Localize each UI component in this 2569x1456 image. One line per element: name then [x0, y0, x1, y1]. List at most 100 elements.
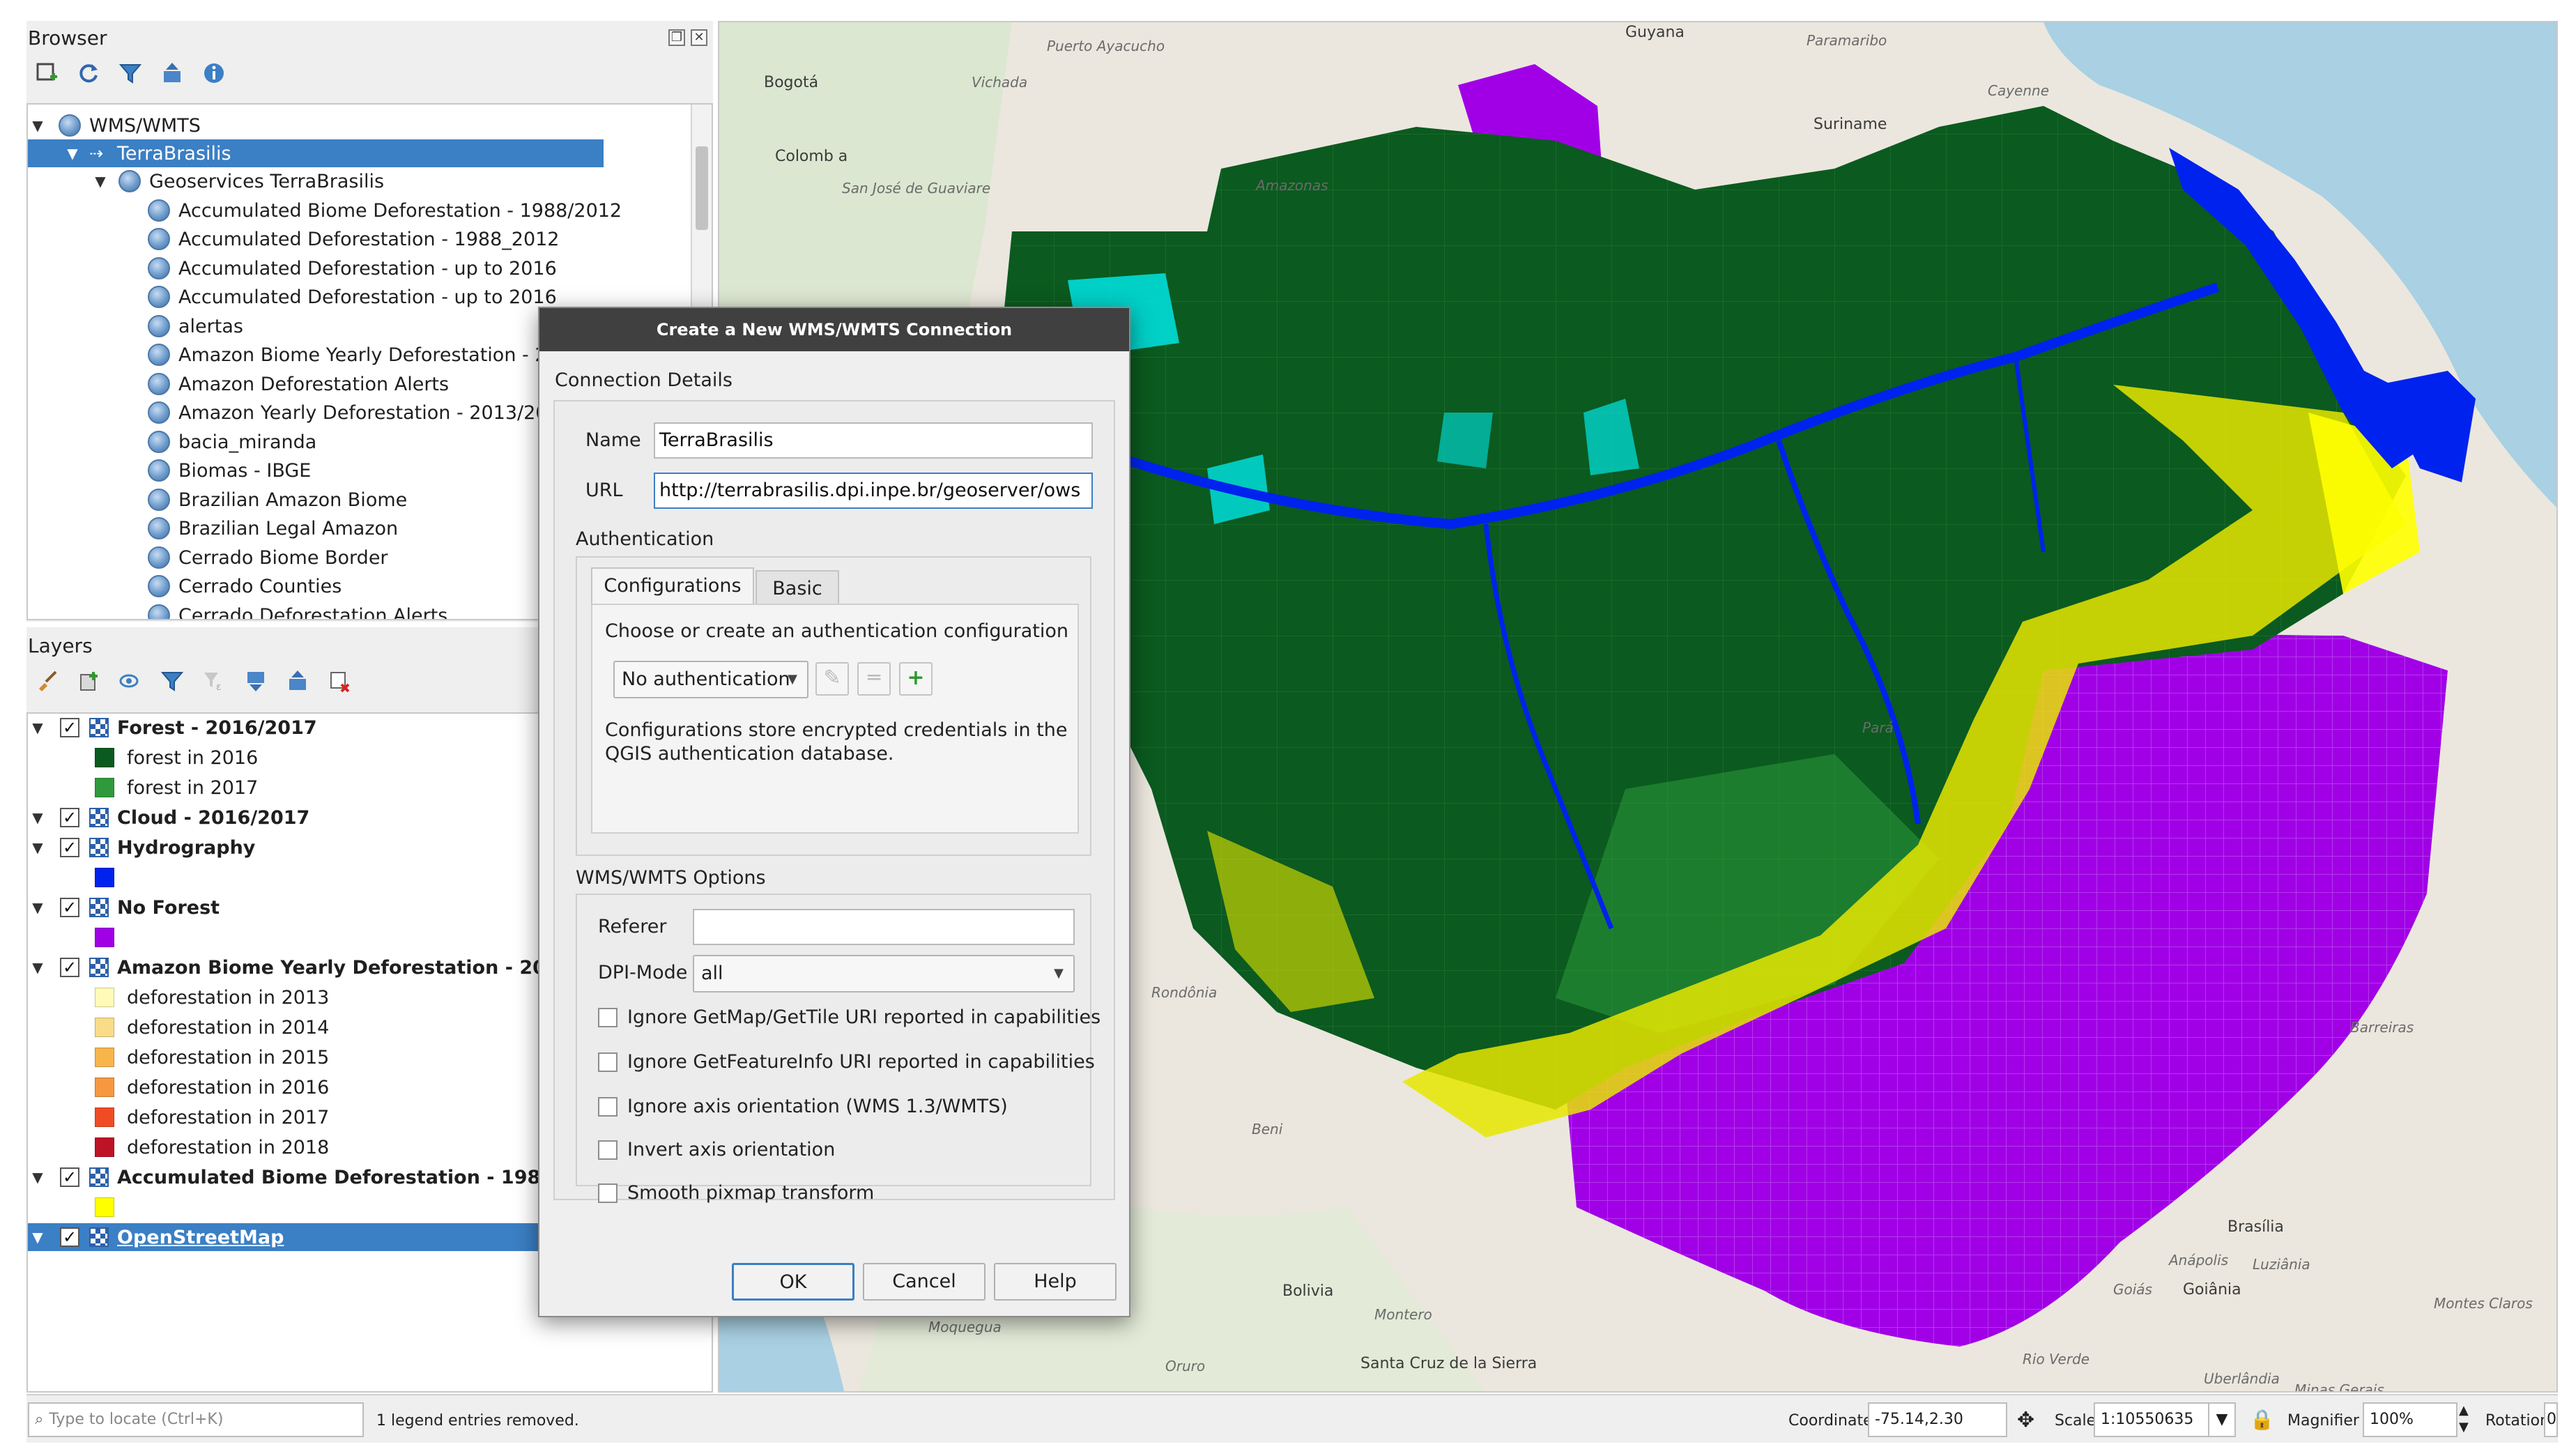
remove-layer-icon[interactable]	[326, 668, 353, 694]
remove-auth-button[interactable]: ═	[857, 662, 891, 696]
tree-item-layer[interactable]: Amazon Deforestation Alerts	[148, 370, 449, 398]
scale-dropdown-chevron-icon[interactable]: ▼	[2208, 1402, 2236, 1437]
tree-item-layer[interactable]: bacia_miranda	[148, 428, 316, 456]
magnifier-field[interactable]: 100%	[2363, 1402, 2457, 1437]
map-label: Suriname	[1813, 116, 1887, 133]
add-selected-layers-icon[interactable]	[33, 60, 60, 86]
status-bar: ⌕ Type to locate (Ctrl+K) 1 legend entrie…	[26, 1394, 2558, 1443]
tree-item-layer[interactable]: Accumulated Deforestation - up to 2016	[148, 254, 557, 282]
legend-item	[95, 924, 127, 951]
collapse-arrow-icon[interactable]: ▼	[28, 809, 47, 826]
tree-item-wms[interactable]: ▼ WMS/WMTS	[28, 112, 201, 139]
map-label: Colomb a	[775, 148, 848, 165]
refresh-icon[interactable]	[75, 60, 102, 86]
filter-icon[interactable]	[117, 60, 144, 86]
map-label: Barreiras	[2350, 1019, 2414, 1036]
tree-item-layer[interactable]: Cerrado Biome Border	[148, 544, 388, 572]
ignore-getmap-label: Ignore GetMap/GetTile URI reported in ca…	[627, 1006, 1101, 1028]
dpi-mode-label: DPI-Mode	[598, 962, 688, 983]
layer-forest[interactable]: ▼ ✓ Forest - 2016/2017	[28, 714, 316, 742]
float-panel-icon[interactable]: ❐	[668, 29, 685, 46]
expand-all-icon[interactable]	[243, 668, 269, 694]
collapse-arrow-icon[interactable]: ▼	[28, 1169, 47, 1186]
wms-layer-icon	[148, 431, 170, 453]
edit-auth-button[interactable]: ✎	[815, 662, 849, 696]
collapse-arrow-icon[interactable]: ▼	[28, 899, 47, 916]
legend-swatch	[95, 1048, 114, 1067]
collapse-arrow-icon[interactable]: ▼	[28, 117, 47, 134]
auth-config-select[interactable]: No authentication ▼	[613, 661, 808, 698]
visibility-checkbox[interactable]: ✓	[60, 1167, 79, 1187]
collapse-arrow-icon[interactable]: ▼	[28, 1229, 47, 1246]
filter-legend-icon[interactable]	[159, 668, 185, 694]
magnifier-spinner-icon[interactable]: ▲ ▼	[2459, 1402, 2469, 1436]
name-field[interactable]: TerraBrasilis	[654, 422, 1093, 459]
collapse-all-layers-icon[interactable]	[284, 668, 311, 694]
visibility-checkbox[interactable]: ✓	[60, 898, 79, 917]
rotation-field[interactable]: 0.	[2544, 1402, 2558, 1437]
ignore-getmap-checkbox[interactable]	[598, 1008, 618, 1027]
visibility-checkbox[interactable]: ✓	[60, 718, 79, 737]
tree-item-layer[interactable]: Brazilian Amazon Biome	[148, 486, 407, 514]
legend-item: forest in 2016	[95, 744, 258, 772]
tree-item-terrabrasilis[interactable]: ▼ ⇢ TerraBrasilis	[28, 139, 604, 167]
ignore-axis-checkbox[interactable]	[598, 1097, 618, 1117]
tree-item-layer[interactable]: alertas	[148, 312, 243, 340]
help-button[interactable]: Help	[994, 1263, 1117, 1301]
info-icon[interactable]	[201, 60, 227, 86]
smooth-pixmap-checkbox[interactable]	[598, 1183, 618, 1203]
invert-axis-checkbox[interactable]	[598, 1140, 618, 1160]
tree-item-layer[interactable]: Cerrado Deforestation Alerts	[148, 601, 447, 619]
layer-hydrography[interactable]: ▼ ✓ Hydrography	[28, 834, 255, 861]
tree-item-layer[interactable]: Amazon Yearly Deforestation - 2013/2018	[148, 399, 572, 427]
tree-item-layer[interactable]: Cerrado Counties	[148, 572, 342, 600]
tree-item-layer[interactable]: Accumulated Deforestation - up to 2016	[148, 283, 557, 311]
collapse-arrow-icon[interactable]: ▼	[28, 959, 47, 976]
scale-field[interactable]: 1:10550635	[2094, 1402, 2209, 1437]
locator-search-input[interactable]: ⌕ Type to locate (Ctrl+K)	[28, 1402, 364, 1437]
dpi-mode-select[interactable]: all ▼	[693, 955, 1075, 993]
legend-swatch	[95, 868, 114, 887]
layer-no-forest[interactable]: ▼ ✓ No Forest	[28, 894, 220, 921]
collapse-arrow-icon[interactable]: ▼	[63, 145, 82, 162]
tree-item-layer[interactable]: Accumulated Deforestation - 1988_2012	[148, 225, 559, 253]
tree-item-geoservices[interactable]: ▼ Geoservices TerraBrasilis	[91, 167, 384, 195]
visibility-checkbox[interactable]: ✓	[60, 1227, 79, 1247]
tree-item-layer[interactable]: Accumulated Biome Deforestation - 1988/2…	[148, 197, 622, 224]
filter-by-expression-icon[interactable]: ε	[201, 668, 227, 694]
visibility-checkbox[interactable]: ✓	[60, 808, 79, 827]
tree-item-layer[interactable]: Brazilian Legal Amazon	[148, 514, 398, 542]
collapse-arrow-icon[interactable]: ▼	[28, 839, 47, 856]
lock-scale-icon[interactable]: 🔒	[2250, 1408, 2274, 1431]
add-group-icon[interactable]	[75, 668, 102, 694]
tab-basic[interactable]: Basic	[756, 570, 839, 605]
map-label: Vichada	[972, 74, 1028, 91]
collapse-all-icon[interactable]	[159, 60, 185, 86]
coordinate-field[interactable]: -75.14,2.30	[1868, 1402, 2007, 1437]
url-field[interactable]: http://terrabrasilis.dpi.inpe.br/geoserv…	[654, 473, 1093, 509]
auth-note-line1: Configurations store encrypted credentia…	[605, 719, 1068, 741]
tab-configurations[interactable]: Configurations	[591, 567, 754, 605]
close-panel-icon[interactable]: ✕	[691, 29, 707, 46]
cancel-button[interactable]: Cancel	[863, 1263, 986, 1301]
add-auth-button[interactable]: +	[899, 662, 933, 696]
legend-swatch	[95, 1078, 114, 1097]
referer-field[interactable]	[693, 909, 1075, 945]
ok-button[interactable]: OK	[732, 1263, 854, 1301]
collapse-arrow-icon[interactable]: ▼	[91, 173, 110, 190]
legend-swatch	[95, 988, 114, 1007]
visibility-checkbox[interactable]: ✓	[60, 838, 79, 857]
layer-amazon-yearly-deforestation[interactable]: ▼ ✓ Amazon Biome Yearly Deforestation - 20…	[28, 953, 605, 981]
url-label: URL	[585, 480, 623, 501]
tree-item-layer[interactable]: Amazon Biome Yearly Deforestation - 201	[148, 341, 571, 369]
layer-accumulated-biome-deforestation[interactable]: ▼ ✓ Accumulated Biome Deforestation - 1988…	[28, 1163, 613, 1191]
tree-item-layer[interactable]: Biomas - IBGE	[148, 457, 311, 484]
raster-layer-icon	[89, 958, 109, 977]
ignore-getfeatureinfo-checkbox[interactable]	[598, 1052, 618, 1072]
layer-cloud[interactable]: ▼ ✓ Cloud - 2016/2017	[28, 804, 309, 832]
toggle-extents-icon[interactable]: ✥	[2017, 1408, 2034, 1432]
manage-visibility-icon[interactable]	[117, 668, 144, 694]
style-brush-icon[interactable]	[33, 668, 60, 694]
visibility-checkbox[interactable]: ✓	[60, 958, 79, 977]
collapse-arrow-icon[interactable]: ▼	[28, 719, 47, 736]
